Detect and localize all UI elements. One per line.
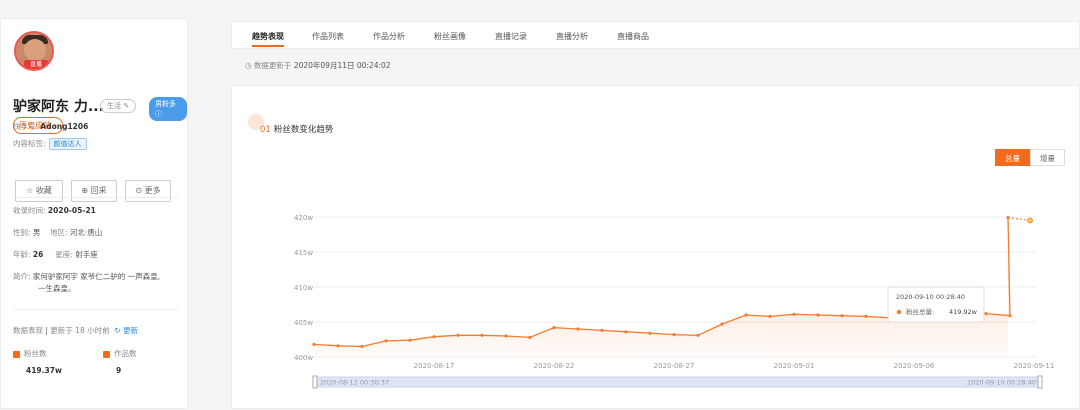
range-handle-start[interactable] xyxy=(312,375,318,389)
range-slider-track xyxy=(313,376,1041,388)
data-point xyxy=(648,331,652,335)
data-point xyxy=(696,333,700,337)
data-point xyxy=(504,334,508,338)
fans-icon xyxy=(13,350,20,358)
tab-works-list[interactable]: 作品列表 xyxy=(312,31,344,42)
data-point xyxy=(864,314,868,318)
intro-row-2: 一生森皇。 xyxy=(38,284,76,293)
data-point xyxy=(480,333,484,337)
data-point xyxy=(456,333,460,337)
x-tick-label: 2020-09-11 xyxy=(1014,362,1055,370)
fans-count-value: 419.37w xyxy=(26,366,62,375)
range-end-label: 2020-09-10 00:28:40 xyxy=(967,379,1036,387)
main-content: 趋势表现 作品列表 作品分析 粉丝画像 直播记录 直播分析 直播商品 ◷ 数据更… xyxy=(231,21,1080,409)
data-point xyxy=(1006,215,1010,220)
tab-bar: 趋势表现 作品列表 作品分析 粉丝画像 直播记录 直播分析 直播商品 xyxy=(231,21,1080,49)
collect-time-row: 收录时间: 2020-05-21 xyxy=(13,206,96,215)
content-tag-chip[interactable]: 颜值达人 xyxy=(48,138,87,150)
projection-point xyxy=(1027,217,1033,224)
tab-trend[interactable]: 趋势表现 xyxy=(252,31,284,47)
avatar[interactable]: 直播 xyxy=(14,31,54,71)
update-info: ◷ 数据更新于 2020年09月11日 00:24:02 xyxy=(245,61,391,70)
fans-count-label: 粉丝数 xyxy=(13,348,47,359)
intro-row: 简介: 家何驴家阿宇 家爷仁二驴的 一声森皇, xyxy=(13,272,161,281)
y-tick-label: 400w xyxy=(294,354,313,362)
data-point xyxy=(720,322,724,326)
content-tag-row: 内容标签: 颜值达人 xyxy=(13,138,87,150)
fans-gender-badge[interactable]: 男粉多 ⓘ xyxy=(149,97,187,121)
profile-sidebar: 直播 驴家阿东 力... 生活 ✎ 男粉多 ⓘ 历史成就 › 快手号: Adon… xyxy=(0,18,188,409)
data-point xyxy=(576,327,580,331)
tooltip-label: 粉丝总量: xyxy=(906,307,934,316)
range-handle-end[interactable] xyxy=(1037,375,1043,389)
tooltip-value: 419.92w xyxy=(949,308,978,316)
data-point xyxy=(768,314,772,318)
data-point xyxy=(672,333,676,337)
data-point xyxy=(432,335,436,339)
works-icon xyxy=(103,350,110,358)
tab-live-records[interactable]: 直播记录 xyxy=(495,31,527,42)
data-point xyxy=(384,339,388,343)
creator-name: 驴家阿东 力... xyxy=(13,99,104,115)
tooltip-dot xyxy=(896,309,902,315)
y-tick-label: 405w xyxy=(294,319,313,327)
data-point xyxy=(528,335,532,339)
kuaishou-id-row: 快手号: Adong1206 xyxy=(13,122,89,131)
y-tick-label: 410w xyxy=(294,284,313,292)
data-point xyxy=(336,344,340,348)
live-badge: 直播 xyxy=(24,60,48,69)
refresh-icon: ↻ xyxy=(114,326,121,335)
data-point xyxy=(984,312,988,316)
tooltip-time: 2020-09-10 00:28:40 xyxy=(896,293,965,301)
x-tick-label: 2020-09-01 xyxy=(774,362,815,370)
more-button[interactable]: ⊙ 更多 xyxy=(125,180,171,202)
x-tick-label: 2020-08-17 xyxy=(414,362,455,370)
works-count-label: 作品数 xyxy=(103,348,137,359)
data-point xyxy=(624,330,628,334)
y-tick-label: 420w xyxy=(294,214,313,222)
works-count-value: 9 xyxy=(116,366,122,375)
range-start-label: 2020-08-12 00:30:37 xyxy=(320,379,389,387)
gender-region-row: 性别: 男 地区: 河北·唐山 xyxy=(13,228,103,237)
back-icon: ⊕ xyxy=(81,186,91,195)
data-point xyxy=(408,338,412,342)
kuaishou-id: Adong1206 xyxy=(40,122,89,131)
data-point xyxy=(600,328,604,332)
more-icon: ⊙ xyxy=(135,186,145,195)
data-point xyxy=(816,313,820,317)
x-tick-label: 2020-09-06 xyxy=(894,362,935,370)
tab-fans-portrait[interactable]: 粉丝画像 xyxy=(434,31,466,42)
data-point xyxy=(744,313,748,317)
category-tag[interactable]: 生活 ✎ xyxy=(100,99,137,113)
tab-live-products[interactable]: 直播商品 xyxy=(617,31,649,42)
data-point xyxy=(1008,314,1012,318)
data-update-row: 数据表现 | 更新于 18 小时前 ↻ 更新 xyxy=(13,326,139,335)
trend-panel: 01 粉丝数变化趋势 总量 增量 400w 405w 410w 415w 420w 2020… xyxy=(231,85,1080,409)
clock-icon: ◷ xyxy=(245,61,252,70)
tab-live-analysis[interactable]: 直播分析 xyxy=(556,31,588,42)
projection-line xyxy=(1007,216,1031,222)
back-button[interactable]: ⊕ 回采 xyxy=(71,180,117,202)
data-point xyxy=(792,312,796,316)
data-point xyxy=(312,342,316,346)
tab-works-analysis[interactable]: 作品分析 xyxy=(373,31,405,42)
data-point xyxy=(552,326,556,330)
refresh-button[interactable]: ↻ 更新 xyxy=(114,326,138,335)
x-tick-label: 2020-08-27 xyxy=(654,362,695,370)
fans-trend-chart[interactable]: 400w 405w 410w 415w 420w 2020-08-17 2020-08-22… xyxy=(232,86,1080,410)
data-point xyxy=(840,314,844,318)
x-tick-label: 2020-08-22 xyxy=(534,362,575,370)
collect-button[interactable]: ☆ 收藏 xyxy=(15,180,63,202)
data-point xyxy=(360,344,364,349)
y-tick-label: 415w xyxy=(294,249,313,257)
age-zodiac-row: 年龄: 26 星座: 射手座 xyxy=(13,250,98,259)
